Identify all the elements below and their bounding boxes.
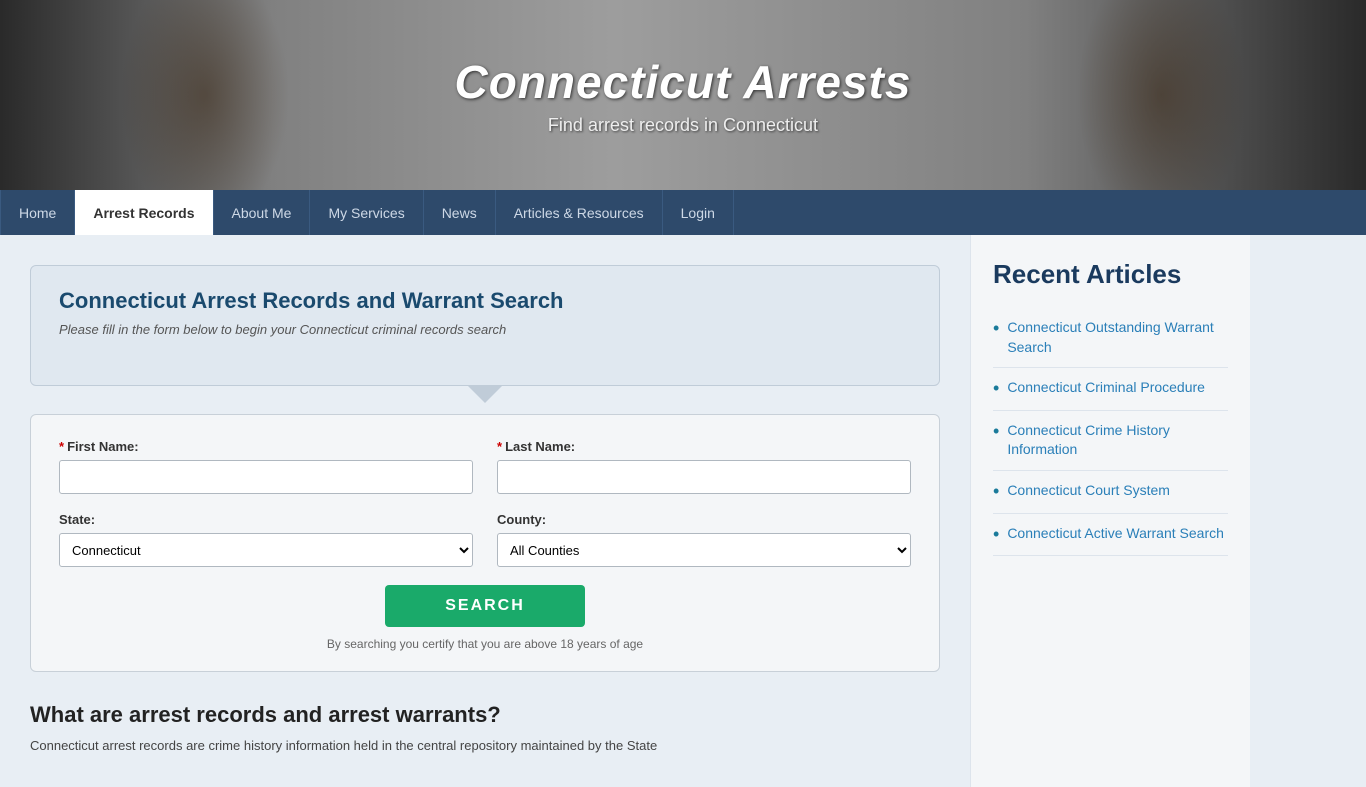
article-text: Connecticut arrest records are crime his…	[30, 736, 940, 757]
search-box-title: Connecticut Arrest Records and Warrant S…	[59, 288, 911, 314]
main-nav: Home Arrest Records About Me My Services…	[0, 190, 1366, 235]
sidebar-item-2: Connecticut Criminal Procedure	[993, 368, 1228, 411]
county-label: County:	[497, 512, 911, 527]
nav-home[interactable]: Home	[0, 190, 75, 235]
article-section: What are arrest records and arrest warra…	[30, 702, 940, 757]
sidebar-item-5: Connecticut Active Warrant Search	[993, 514, 1228, 557]
nav-articles[interactable]: Articles & Resources	[496, 190, 663, 235]
sidebar-item-4: Connecticut Court System	[993, 471, 1228, 514]
sidebar-link-3[interactable]: Connecticut Crime History Information	[1007, 421, 1228, 460]
name-row: *First Name: *Last Name:	[59, 439, 911, 494]
nav-services[interactable]: My Services	[310, 190, 423, 235]
nav-arrest-records[interactable]: Arrest Records	[75, 190, 213, 235]
first-name-group: *First Name:	[59, 439, 473, 494]
sidebar-link-5[interactable]: Connecticut Active Warrant Search	[1007, 524, 1224, 544]
search-btn-row: SEARCH By searching you certify that you…	[59, 585, 911, 651]
sidebar: Recent Articles Connecticut Outstanding …	[970, 235, 1250, 787]
first-name-label: *First Name:	[59, 439, 473, 454]
site-subtitle: Find arrest records in Connecticut	[455, 115, 912, 136]
required-star-last: *	[497, 439, 502, 454]
county-group: County: All Counties Fairfield Hartford …	[497, 512, 911, 567]
search-button[interactable]: SEARCH	[385, 585, 585, 627]
nav-news[interactable]: News	[424, 190, 496, 235]
state-group: State: Connecticut	[59, 512, 473, 567]
sidebar-item-1: Connecticut Outstanding Warrant Search	[993, 308, 1228, 368]
sidebar-link-1[interactable]: Connecticut Outstanding Warrant Search	[1007, 318, 1228, 357]
search-box: Connecticut Arrest Records and Warrant S…	[30, 265, 940, 386]
site-header: Connecticut Arrests Find arrest records …	[0, 0, 1366, 190]
article-heading: What are arrest records and arrest warra…	[30, 702, 940, 728]
header-content: Connecticut Arrests Find arrest records …	[455, 55, 912, 136]
content-area: Connecticut Arrest Records and Warrant S…	[0, 235, 970, 787]
last-name-label: *Last Name:	[497, 439, 911, 454]
county-select[interactable]: All Counties Fairfield Hartford Litchfie…	[497, 533, 911, 567]
sidebar-item-3: Connecticut Crime History Information	[993, 411, 1228, 471]
nav-login[interactable]: Login	[663, 190, 734, 235]
sidebar-link-4[interactable]: Connecticut Court System	[1007, 481, 1170, 501]
state-select[interactable]: Connecticut	[59, 533, 473, 567]
required-star-first: *	[59, 439, 64, 454]
site-title: Connecticut Arrests	[455, 55, 912, 109]
last-name-input[interactable]	[497, 460, 911, 494]
search-form: *First Name: *Last Name: State: Connecti…	[30, 414, 940, 672]
sidebar-list: Connecticut Outstanding Warrant Search C…	[993, 308, 1228, 556]
search-disclaimer: By searching you certify that you are ab…	[327, 637, 643, 651]
sidebar-link-2[interactable]: Connecticut Criminal Procedure	[1007, 378, 1205, 398]
state-label: State:	[59, 512, 473, 527]
sidebar-title: Recent Articles	[993, 259, 1228, 290]
search-box-subtitle: Please fill in the form below to begin y…	[59, 322, 911, 337]
first-name-input[interactable]	[59, 460, 473, 494]
main-container: Connecticut Arrest Records and Warrant S…	[0, 235, 1366, 787]
last-name-group: *Last Name:	[497, 439, 911, 494]
location-row: State: Connecticut County: All Counties …	[59, 512, 911, 567]
nav-about-me[interactable]: About Me	[214, 190, 311, 235]
